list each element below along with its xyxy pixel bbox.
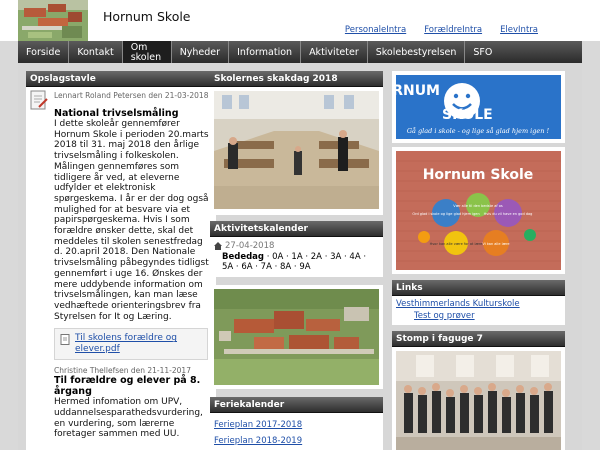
elevintra-link[interactable]: ElevIntra	[500, 25, 538, 35]
kulturskole-link[interactable]: Vesthimmerlands Kulturskole	[396, 299, 520, 309]
wall-sign-bubble-1: Ord glad i skole og lige glad hjem igen	[412, 212, 479, 216]
logo-slogan: Gå glad i skole - og lige så glad hjem i…	[407, 126, 550, 135]
foraeldreintra-link[interactable]: ForældreIntra	[424, 25, 482, 35]
skakdag-box	[210, 87, 383, 215]
logo-word2: SKOLE	[442, 107, 493, 123]
links-heading: Links	[392, 280, 565, 296]
logo-box: HORNUM SKOLE Gå glad i skole - og lige s…	[369, 71, 565, 143]
nav-aktiviteter[interactable]: Aktiviteter	[301, 41, 368, 63]
stomp-photo[interactable]	[396, 351, 561, 450]
personaleintra-link[interactable]: PersonaleIntra	[345, 25, 406, 35]
site-header: Hornum Skole PersonaleIntra ForældreIntr…	[0, 0, 600, 41]
top-links: PersonaleIntra ForældreIntra ElevIntra	[345, 25, 538, 35]
chess-day-photo[interactable]	[214, 91, 379, 209]
wall-sign-text: Hornum Skole	[423, 167, 534, 183]
opslagstavle-box: Opslagstavle Lennart Roland Petersen den…	[26, 71, 216, 450]
feriekalender-box: Ferieplan 2017-2018 Ferieplan 2018-2019	[210, 412, 383, 450]
test-og-prover-link[interactable]: Test og prøver	[414, 311, 475, 321]
attachment[interactable]: Til skolens forældre og elever.pdf	[54, 328, 208, 361]
nav-kontakt[interactable]: Kontakt	[69, 41, 123, 63]
nav-nyheder[interactable]: Nyheder	[172, 41, 230, 63]
post1-byline: Lennart Roland Petersen den 21-03-2018	[54, 91, 209, 100]
feriekalender-heading: Feriekalender	[210, 396, 383, 413]
aktivitet-heading: Aktivitetskalender	[210, 221, 383, 237]
event-date-row: 27-04-2018	[214, 241, 379, 252]
nav-sfo[interactable]: SFO	[465, 41, 500, 63]
document-icon	[30, 90, 48, 110]
post2-title: Til forældre og elever på 8. årgang	[54, 375, 201, 398]
wall-sign-bubble-3: Hvis du vil have en god dag	[484, 212, 533, 216]
ferieplan-2018-link[interactable]: Ferieplan 2018-2019	[214, 436, 302, 446]
event-title: Bededag	[222, 251, 264, 262]
post1-text: I dette skoleår gennemfører Hornum Skole…	[54, 119, 209, 322]
opslagstavle-heading: Opslagstavle	[26, 71, 216, 87]
wall-sign-bubble-2: Vær alle til den bedste af os	[453, 204, 503, 208]
post1-header: Lennart Roland Petersen den 21-03-2018	[26, 87, 216, 110]
middle-column: Skolernes skakdag 2018 Aktivitetskalende…	[210, 71, 383, 450]
nav-information[interactable]: Information	[229, 41, 302, 63]
event-date: 27-04-2018	[225, 241, 275, 251]
logo-word1: HORNUM	[396, 83, 440, 99]
wall-sign-box: Hornum Skole Ord glad i skole og lige gl…	[392, 147, 565, 274]
nav-om-skolen-label: Om skolen	[130, 41, 162, 63]
wall-sign-bubble-4: Hvor kan alle være for at lære	[430, 242, 483, 246]
site-title: Hornum Skole	[103, 9, 191, 24]
attachment-link[interactable]: Til skolens forældre og elever.pdf	[75, 333, 202, 355]
aktivitet-box: 27-04-2018 Bededag · 0A · 1A · 2A · 3A ·…	[210, 237, 383, 277]
home-icon	[214, 242, 222, 251]
header-school-photo	[18, 0, 88, 41]
skakdag-heading: Skolernes skakdag 2018	[210, 71, 383, 87]
nav-skolebestyrelsen[interactable]: Skolebestyrelsen	[368, 41, 466, 63]
page-content: Opslagstavle Lennart Roland Petersen den…	[18, 63, 582, 450]
wall-sign-bubble-5: Vi kan alle lære	[482, 242, 509, 246]
nav-forside[interactable]: Forside	[18, 41, 70, 63]
stomp-box	[392, 347, 565, 450]
aerial-photo-box	[210, 284, 383, 389]
nav-om-skolen[interactable]: Om skolen	[122, 41, 172, 63]
aerial-school-photo[interactable]	[214, 288, 379, 385]
wall-sign-photo[interactable]: Hornum Skole Ord glad i skole og lige gl…	[396, 151, 561, 270]
ferieplan-2017-link[interactable]: Ferieplan 2017-2018	[214, 420, 302, 430]
links-box: Vesthimmerlands Kulturskole Test og prøv…	[392, 296, 565, 325]
main-nav: Forside Kontakt Om skolen Nyheder Inform…	[18, 41, 582, 63]
school-logo[interactable]: HORNUM SKOLE Gå glad i skole - og lige s…	[369, 75, 561, 139]
post2-text: Hermed infomation om UPV, uddannelsespar…	[54, 397, 203, 440]
post1-title: National trivselsmåling	[54, 108, 179, 119]
stomp-heading: Stomp i faguge 7	[392, 331, 565, 347]
event-entry[interactable]: Bededag · 0A · 1A · 2A · 3A · 4A · 5A · …	[214, 252, 379, 273]
right-column: HORNUM SKOLE Gå glad i skole - og lige s…	[369, 71, 565, 450]
post2-byline: Christine Thellefsen den 21-11-2017	[54, 366, 191, 376]
paperclip-icon	[60, 334, 70, 346]
